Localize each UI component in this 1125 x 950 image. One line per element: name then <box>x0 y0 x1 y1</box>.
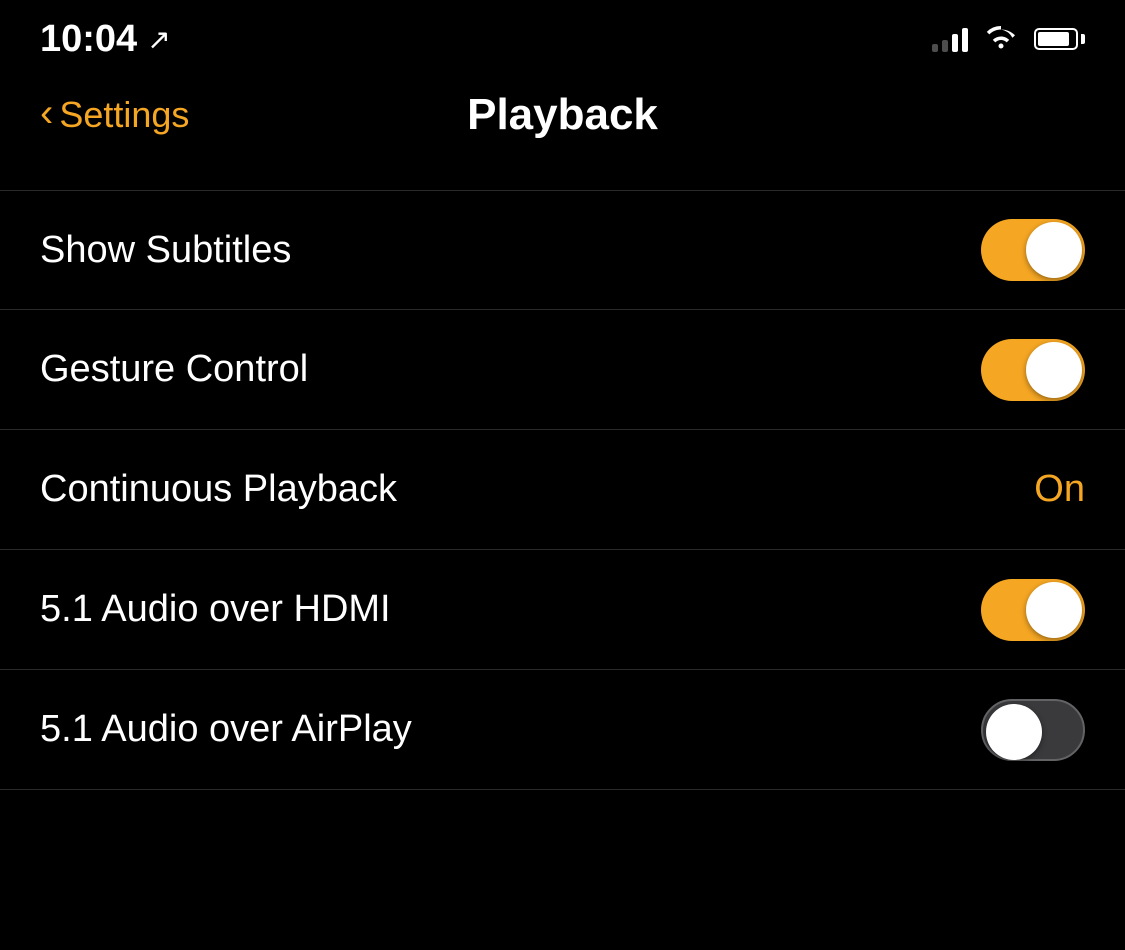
toggle-thumb-show-subtitles <box>1026 222 1082 278</box>
settings-value-continuous-playback: On <box>1034 468 1085 511</box>
toggle-audio-airplay[interactable] <box>981 699 1085 761</box>
signal-bars <box>932 26 968 52</box>
settings-row-gesture-control[interactable]: Gesture Control <box>0 310 1125 430</box>
wifi-icon <box>984 23 1018 56</box>
toggle-audio-hdmi[interactable] <box>981 579 1085 641</box>
page-title: Playback <box>40 90 1085 140</box>
toggle-thumb-audio-hdmi <box>1026 582 1082 638</box>
settings-row-audio-hdmi[interactable]: 5.1 Audio over HDMI <box>0 550 1125 670</box>
settings-row-continuous-playback: Continuous Playback On <box>0 430 1125 550</box>
status-icons <box>932 23 1085 56</box>
toggle-show-subtitles[interactable] <box>981 219 1085 281</box>
toggle-thumb-gesture-control <box>1026 342 1082 398</box>
time-display: 10:04 <box>40 18 137 61</box>
signal-bar-1 <box>932 44 938 52</box>
toggle-thumb-audio-airplay <box>986 704 1042 760</box>
battery-body <box>1034 28 1078 50</box>
settings-label-show-subtitles: Show Subtitles <box>40 229 291 272</box>
settings-label-continuous-playback: Continuous Playback <box>40 468 397 511</box>
toggle-gesture-control[interactable] <box>981 339 1085 401</box>
settings-row-audio-airplay[interactable]: 5.1 Audio over AirPlay <box>0 670 1125 790</box>
settings-row-show-subtitles[interactable]: Show Subtitles <box>0 190 1125 310</box>
back-label: Settings <box>59 94 189 136</box>
signal-bar-3 <box>952 34 958 52</box>
back-chevron-icon: ‹ <box>40 93 53 133</box>
back-button[interactable]: ‹ Settings <box>40 94 189 136</box>
status-bar: 10:04 ↗ <box>0 0 1125 70</box>
signal-bar-2 <box>942 40 948 52</box>
settings-label-audio-hdmi: 5.1 Audio over HDMI <box>40 588 391 631</box>
settings-label-gesture-control: Gesture Control <box>40 348 308 391</box>
battery-tip <box>1081 34 1085 44</box>
battery-fill <box>1038 32 1069 46</box>
battery-icon <box>1034 28 1085 50</box>
nav-bar: ‹ Settings Playback <box>0 70 1125 160</box>
signal-bar-4 <box>962 28 968 52</box>
status-time-container: 10:04 ↗ <box>40 18 171 61</box>
location-icon: ↗ <box>147 23 170 56</box>
settings-list: Show Subtitles Gesture Control Continuous … <box>0 190 1125 790</box>
settings-label-audio-airplay: 5.1 Audio over AirPlay <box>40 708 412 751</box>
